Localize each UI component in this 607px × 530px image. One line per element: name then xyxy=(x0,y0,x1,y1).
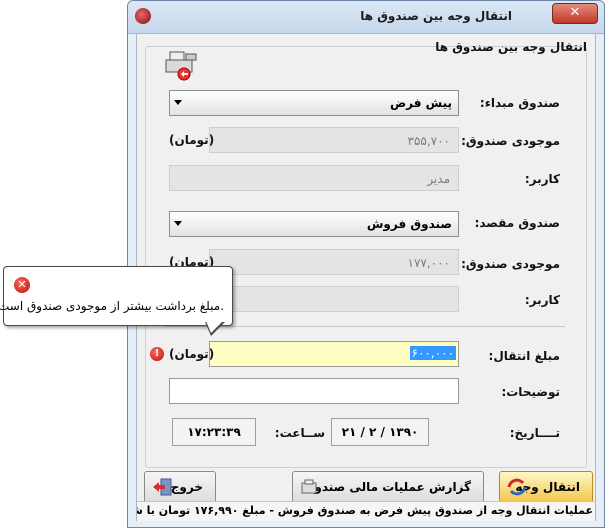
amount-unit-label: (تومان) xyxy=(169,347,215,361)
tooltip-tail-fill xyxy=(206,321,223,333)
report-icon xyxy=(301,479,317,494)
dest-balance-field: ۱۷۷,۰۰۰ xyxy=(209,249,459,275)
notes-input[interactable] xyxy=(169,378,459,404)
status-bar: عملیات انتقال وجه از صندوق پیش فرض به صن… xyxy=(137,501,595,521)
dest-user-label: کاربر: xyxy=(524,293,560,307)
source-box-label: صندوق مبداء: xyxy=(479,96,560,110)
notes-label: توضیحات: xyxy=(501,385,560,399)
exit-button-label: خروج xyxy=(170,480,203,494)
transfer-window: انتقال وجه بین صندوق ها ✕ انتقال وجه بین… xyxy=(127,0,605,528)
section-title: انتقال وجه بین صندوق ها xyxy=(435,40,587,54)
dest-balance-label: موجودی صندوق: xyxy=(461,257,560,271)
amount-input[interactable]: ۶۰۰,۰۰۰ xyxy=(209,341,459,367)
transfer-button[interactable]: انتقال وجه xyxy=(499,471,593,503)
divider xyxy=(165,326,565,327)
source-balance-value: ۳۵۵,۷۰۰ xyxy=(407,134,451,148)
source-user-field: مدیر xyxy=(169,165,459,191)
source-unit-label: (تومان) xyxy=(169,133,215,147)
report-button-label: گزارش عملیات مالی صندوق xyxy=(303,480,471,494)
error-icon: ✕ xyxy=(14,277,30,293)
title-bar[interactable]: انتقال وجه بین صندوق ها ✕ xyxy=(128,1,604,34)
error-tooltip: ✕ .مبلغ برداشت بیشتر از موجودی صندوق است xyxy=(0,266,233,326)
source-user-label: کاربر: xyxy=(524,172,560,186)
chevron-down-icon[interactable] xyxy=(174,100,182,105)
source-balance-label: موجودی صندوق: xyxy=(461,134,560,148)
source-box-value: پیش فرض xyxy=(389,96,452,110)
dest-balance-value: ۱۷۷,۰۰۰ xyxy=(407,256,451,270)
report-button[interactable]: گزارش عملیات مالی صندوق xyxy=(292,471,484,503)
date-field: ۲۱ / ۲ / ۱۳۹۰ xyxy=(331,418,429,446)
error-message: .مبلغ برداشت بیشتر از موجودی صندوق است xyxy=(0,299,224,313)
window-title: انتقال وجه بین صندوق ها xyxy=(360,9,512,23)
dest-box-label: صندوق مقصد: xyxy=(474,216,560,230)
exit-icon xyxy=(153,478,172,496)
date-label: تــــاریخ: xyxy=(509,426,560,440)
warning-icon: ! xyxy=(150,347,164,361)
amount-value: ۶۰۰,۰۰۰ xyxy=(409,346,456,360)
source-box-select[interactable]: پیش فرض xyxy=(169,90,459,116)
dest-box-select[interactable]: صندوق فروش xyxy=(169,211,459,237)
exit-button[interactable]: خروج xyxy=(144,471,216,503)
transfer-icon xyxy=(507,478,527,496)
time-field: ۱۷:۲۳:۳۹ xyxy=(172,418,256,446)
app-icon[interactable] xyxy=(135,8,151,24)
close-button[interactable]: ✕ xyxy=(552,3,598,24)
amount-label: مبلغ انتقال: xyxy=(488,349,560,363)
dest-box-value: صندوق فروش xyxy=(366,217,452,231)
cash-register-icon xyxy=(165,51,197,81)
chevron-down-icon[interactable] xyxy=(174,221,182,226)
status-text: عملیات انتقال وجه از صندوق پیش فرض به صن… xyxy=(137,504,593,517)
time-label: ســاعت: xyxy=(274,426,325,440)
source-balance-field: ۳۵۵,۷۰۰ xyxy=(209,127,459,153)
source-user-value: مدیر xyxy=(427,172,450,186)
